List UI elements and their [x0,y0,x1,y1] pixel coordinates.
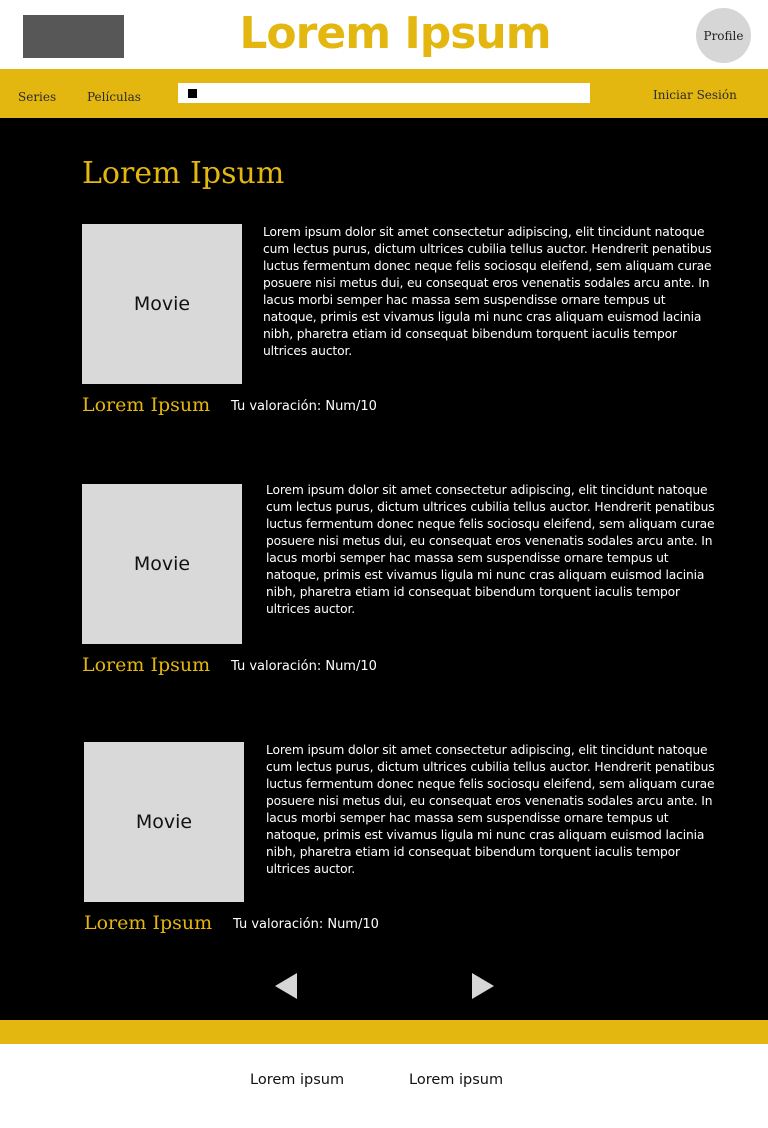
movie-title[interactable]: Lorem Ipsum [82,394,210,416]
movie-rating: Tu valoración: Num/10 [231,399,377,414]
movie-card: Movie Lorem ipsum dolor sit amet consect… [0,742,768,942]
search-cursor-icon [188,89,197,98]
main-content: Lorem Ipsum Movie Lorem ipsum dolor sit … [0,118,768,1020]
triangle-left-icon[interactable] [275,973,297,999]
nav-peliculas-link[interactable]: Películas [87,90,141,104]
movie-poster[interactable]: Movie [82,484,242,644]
movie-description: Lorem ipsum dolor sit amet consectetur a… [263,225,712,358]
movie-description: Lorem ipsum dolor sit amet consectetur a… [266,483,715,616]
search-input[interactable] [178,83,590,103]
triangle-right-icon[interactable] [472,973,494,999]
login-link[interactable]: Iniciar Sesión [653,88,737,102]
movie-poster[interactable]: Movie [84,742,244,902]
movie-rating: Tu valoración: Num/10 [233,917,379,932]
nav-bar: Series Películas Iniciar Sesión [0,69,768,118]
movie-title[interactable]: Lorem Ipsum [84,912,212,934]
movie-description: Lorem ipsum dolor sit amet consectetur a… [266,743,715,876]
movie-card: Movie Lorem ipsum dolor sit amet consect… [0,483,768,684]
footer-accent-bar [0,1020,768,1044]
movie-title[interactable]: Lorem Ipsum [82,654,210,676]
profile-button[interactable]: Profile [696,8,751,63]
movie-rating: Tu valoración: Num/10 [231,659,377,674]
footer-link[interactable]: Lorem ipsum [250,1072,344,1088]
footer-link[interactable]: Lorem ipsum [409,1072,503,1088]
movie-poster[interactable]: Movie [82,224,242,384]
footer: Lorem ipsum Lorem ipsum [0,1044,768,1128]
top-header: Lorem Ipsum Profile [0,0,768,69]
section-title: Lorem Ipsum [82,156,285,191]
movie-card: Movie Lorem ipsum dolor sit amet consect… [0,224,768,424]
brand-title: Lorem Ipsum [239,8,551,59]
nav-series-link[interactable]: Series [18,90,56,104]
